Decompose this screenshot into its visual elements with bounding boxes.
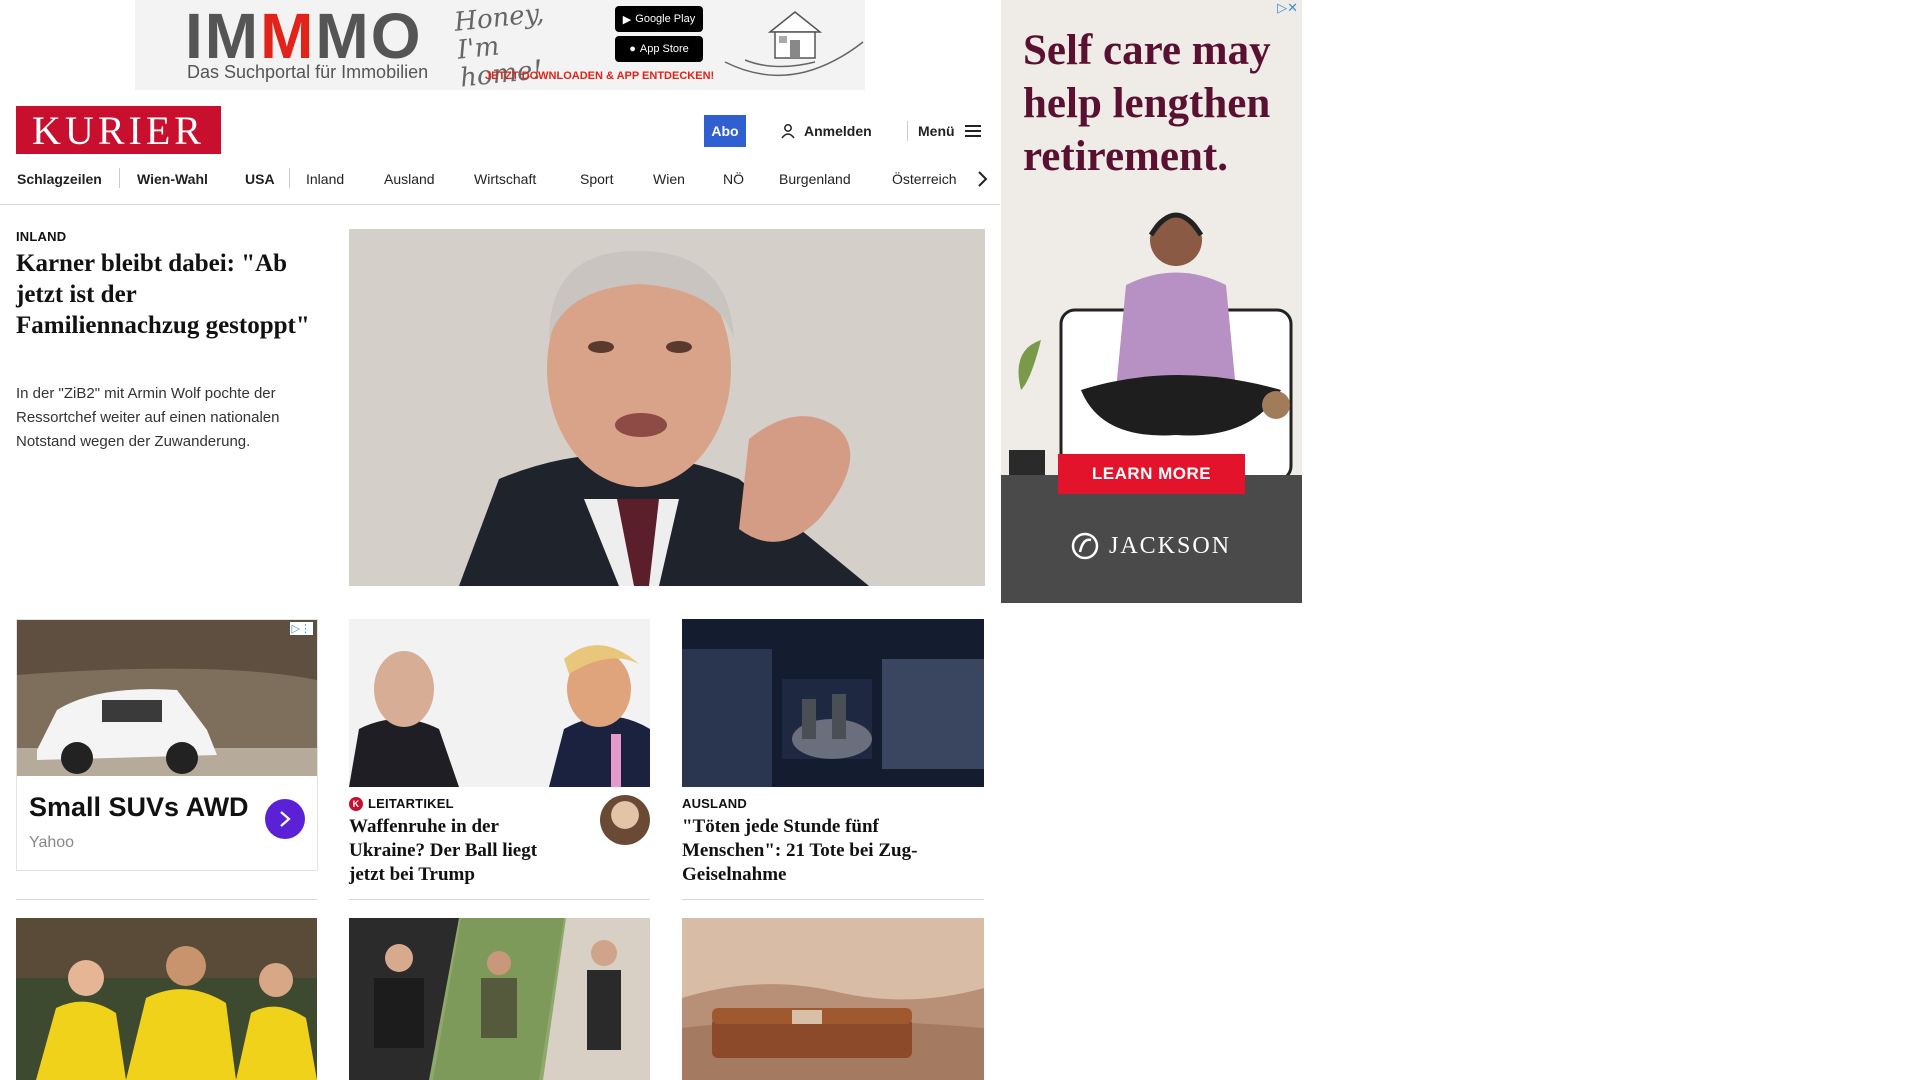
- menu-label: Menü: [918, 123, 955, 139]
- ausland-headline[interactable]: "Töten jede Stunde fünf Menschen": 21 To…: [682, 815, 972, 887]
- suv-photo: [17, 620, 317, 776]
- house-hand-icon: [724, 11, 864, 77]
- nav-item-sport[interactable]: Sport: [580, 168, 613, 204]
- nav-item-ausland[interactable]: Ausland: [384, 168, 435, 204]
- meditation-illustration: [1009, 212, 1293, 480]
- header-divider: [907, 121, 908, 141]
- hamburger-icon: [964, 125, 981, 137]
- ausland-kicker[interactable]: AUSLAND: [682, 796, 747, 811]
- adchoices-icon[interactable]: ▷⋮: [289, 622, 313, 635]
- author-avatar[interactable]: [600, 795, 650, 845]
- jackson-logo: JACKSON: [1071, 532, 1231, 560]
- lead-image[interactable]: [349, 229, 985, 586]
- lead-kicker[interactable]: INLAND: [16, 229, 66, 244]
- nav-item-wien[interactable]: Wien: [653, 168, 685, 204]
- kurier-logo[interactable]: KURIER: [16, 106, 221, 154]
- row-divider: [16, 899, 317, 900]
- nav-item-burgenland[interactable]: Burgenland: [779, 168, 851, 204]
- chevron-right-icon[interactable]: [976, 170, 988, 188]
- ad-cta-text: JETZT DOWNLOADEN & APP ENTDECKEN!: [485, 70, 715, 82]
- suv-ad-title: Small SUVs AWD: [29, 792, 249, 822]
- nav-item-usa[interactable]: USA: [245, 168, 275, 204]
- nav-item-schlagzeilen[interactable]: Schlagzeilen: [17, 168, 102, 204]
- nav-item-oesterreich[interactable]: Österreich: [892, 168, 957, 204]
- nav-item-noe[interactable]: NÖ: [723, 168, 744, 204]
- apple-icon: ●: [629, 43, 636, 55]
- leitartikel-photo: [349, 619, 650, 787]
- jackson-emblem-icon: [1071, 532, 1099, 560]
- nav-item-wien-wahl[interactable]: Wien-Wahl: [137, 168, 208, 204]
- user-icon: [781, 124, 795, 139]
- leitartikel-image[interactable]: [349, 619, 650, 787]
- sofa-desert-photo: [682, 918, 984, 1080]
- nav-separator: [119, 168, 120, 188]
- nav-item-wirtschaft[interactable]: Wirtschaft: [474, 168, 536, 204]
- app-store-badge[interactable]: ● App Store: [615, 36, 703, 62]
- ausland-photo: [682, 619, 984, 787]
- abo-button[interactable]: Abo: [704, 115, 746, 147]
- suv-ad-source: Yahoo: [29, 834, 75, 851]
- leitartikel-headline[interactable]: Waffenruhe in der Ukraine? Der Ball lieg…: [349, 815, 569, 887]
- google-play-badge[interactable]: ▶ Google Play: [615, 6, 703, 32]
- login-label: Anmelden: [804, 123, 872, 139]
- adchoices-icon[interactable]: ▷✕: [1277, 0, 1298, 16]
- row-divider: [682, 899, 984, 900]
- football-celebration-photo: [16, 918, 317, 1080]
- immmo-logo: IMMMO: [185, 0, 423, 72]
- suv-ad-image: [17, 620, 317, 776]
- lead-teaser: In der "ZiB2" mit Armin Wolf pochte der …: [16, 385, 280, 450]
- kurier-k-icon: K: [349, 796, 363, 811]
- learn-more-button[interactable]: LEARN MORE: [1058, 454, 1245, 494]
- play-icon: ▶: [622, 13, 632, 26]
- skyscraper-ad[interactable]: ▷✕ Self care may help lengthen retiremen…: [1001, 0, 1302, 603]
- collage-image[interactable]: [349, 918, 650, 1080]
- ausland-image[interactable]: [682, 619, 984, 787]
- ad-headline: Self care may help lengthen retirement.: [1023, 27, 1271, 180]
- menu-button[interactable]: Menü: [918, 115, 981, 147]
- nav-item-inland[interactable]: Inland: [306, 168, 344, 204]
- ad-tagline: Das Suchportal für Immobilien: [187, 62, 429, 82]
- login-button[interactable]: Anmelden: [780, 115, 872, 147]
- sofa-image[interactable]: [682, 918, 984, 1080]
- nav-separator: [289, 168, 290, 188]
- chevron-right-icon: [280, 811, 291, 827]
- lead-photo-portrait: [349, 229, 985, 586]
- sport-image[interactable]: [16, 918, 317, 1080]
- politicians-collage-photo: [349, 918, 650, 1080]
- top-banner-ad[interactable]: IMMMO Das Suchportal für Immobilien Hone…: [135, 0, 865, 90]
- section-nav: Schlagzeilen Wien-Wahl USA Inland Auslan…: [0, 168, 1000, 205]
- leitartikel-kicker[interactable]: K LEITARTIKEL: [349, 796, 454, 811]
- suv-ad-card[interactable]: ▷⋮ Small SUVs AWD Yahoo: [16, 619, 318, 871]
- suv-ad-arrow-button[interactable]: [265, 799, 305, 839]
- row-divider: [349, 899, 650, 900]
- lead-headline[interactable]: Karner bleibt dabei: "Ab jetzt ist der F…: [16, 248, 316, 341]
